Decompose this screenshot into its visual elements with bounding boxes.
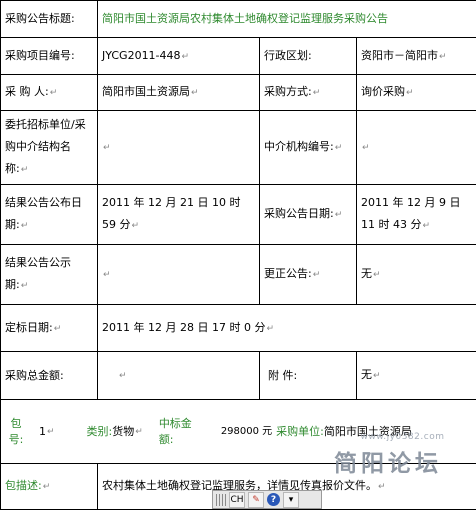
watermark-logo: 简阳论坛 bbox=[334, 444, 442, 478]
result-publish-date-value: 2011 年 12 月 21 日 10 时 59 分↵ bbox=[98, 185, 260, 245]
award-date-label: 定标日期:↵ bbox=[1, 305, 98, 352]
package-number-value: 1 bbox=[39, 421, 46, 443]
purchaser-label: 采 购 人:↵ bbox=[1, 75, 98, 111]
title-value: 简阳市国土资源局农村集体土地确权登记监理服务采购公告 bbox=[98, 1, 476, 38]
title-row: 采购公告标题: 简阳市国土资源局农村集体土地确权登记监理服务采购公告 bbox=[1, 1, 476, 38]
result-period-label: 结果公告公示期:↵ bbox=[1, 245, 98, 305]
attachment-value: 无↵ bbox=[357, 352, 476, 400]
award-amount-value: 298000 元 bbox=[221, 421, 272, 443]
notice-date-value: 2011 年 12 月 9 日 11 时 43 分↵ bbox=[357, 185, 476, 245]
category-value: 货物 bbox=[112, 421, 134, 443]
method-value: 询价采购↵ bbox=[357, 75, 476, 111]
award-date-value: 2011 年 12 月 28 日 17 时 0 分↵ bbox=[98, 305, 476, 352]
agency-number-label: 中介机构编号:↵ bbox=[260, 111, 357, 185]
notice-date-label: 采购公告日期:↵ bbox=[260, 185, 357, 245]
purchaser-row: 采 购 人:↵ 简阳市国土资源局↵ 采购方式:↵ 询价采购↵ bbox=[1, 75, 476, 111]
title-label: 采购公告标题: bbox=[1, 1, 98, 38]
result-period-value: ↵ bbox=[98, 245, 260, 305]
result-publish-date-label: 结果公告公布日期:↵ bbox=[1, 185, 98, 245]
agency-row: 委托招标单位/采购中介结构名称:↵ ↵ 中介机构编号:↵ ↵ bbox=[1, 111, 476, 185]
category-label: 类别: bbox=[87, 421, 113, 443]
correction-label: 更正公告:↵ bbox=[260, 245, 357, 305]
method-label: 采购方式:↵ bbox=[260, 75, 357, 111]
agency-number-value: ↵ bbox=[357, 111, 476, 185]
region-value: 资阳市－简阳市↵ bbox=[357, 38, 476, 75]
project-number-row: 采购项目编号: JYCG2011-448↵ 行政区划: 资阳市－简阳市↵ bbox=[1, 38, 476, 75]
correction-value: 无↵ bbox=[357, 245, 476, 305]
purchaser-value: 简阳市国土资源局↵ bbox=[98, 75, 260, 111]
result-period-row: 结果公告公示期:↵ ↵ 更正公告:↵ 无↵ bbox=[1, 245, 476, 305]
ime-toolbar[interactable]: CH ✎ ? ▾ bbox=[212, 490, 322, 509]
total-amount-row: 采购总金额: ↵ 附 件: 无↵ bbox=[1, 352, 476, 400]
project-number-value: JYCG2011-448↵ bbox=[98, 38, 260, 75]
ime-help-icon[interactable]: ? bbox=[267, 493, 280, 506]
total-amount-value: ↵ bbox=[98, 352, 260, 400]
total-amount-label: 采购总金额: bbox=[1, 352, 98, 400]
award-amount-label: 中标金额: bbox=[159, 416, 199, 448]
region-label: 行政区划: bbox=[260, 38, 357, 75]
ime-mode-icon[interactable]: ✎ bbox=[248, 492, 264, 508]
agency-label: 委托招标单位/采购中介结构名称:↵ bbox=[1, 111, 98, 185]
watermark-site-text: www.jy0382.com bbox=[330, 432, 475, 442]
award-date-row: 定标日期:↵ 2011 年 12 月 28 日 17 时 0 分↵ bbox=[1, 305, 476, 352]
package-number-label: 包号: bbox=[5, 416, 27, 448]
attachment-label: 附 件: bbox=[260, 352, 357, 400]
ime-options-icon[interactable]: ▾ bbox=[283, 492, 299, 508]
ime-grip-icon[interactable] bbox=[216, 494, 226, 506]
package-description-label: 包描述:↵ bbox=[1, 464, 98, 510]
result-date-row: 结果公告公布日期:↵ 2011 年 12 月 21 日 10 时 59 分↵ 采… bbox=[1, 185, 476, 245]
agency-value: ↵ bbox=[98, 111, 260, 185]
ime-language-button[interactable]: CH bbox=[229, 492, 245, 508]
purchasing-unit-label: 采购单位: bbox=[276, 421, 324, 443]
project-number-label: 采购项目编号: bbox=[1, 38, 98, 75]
